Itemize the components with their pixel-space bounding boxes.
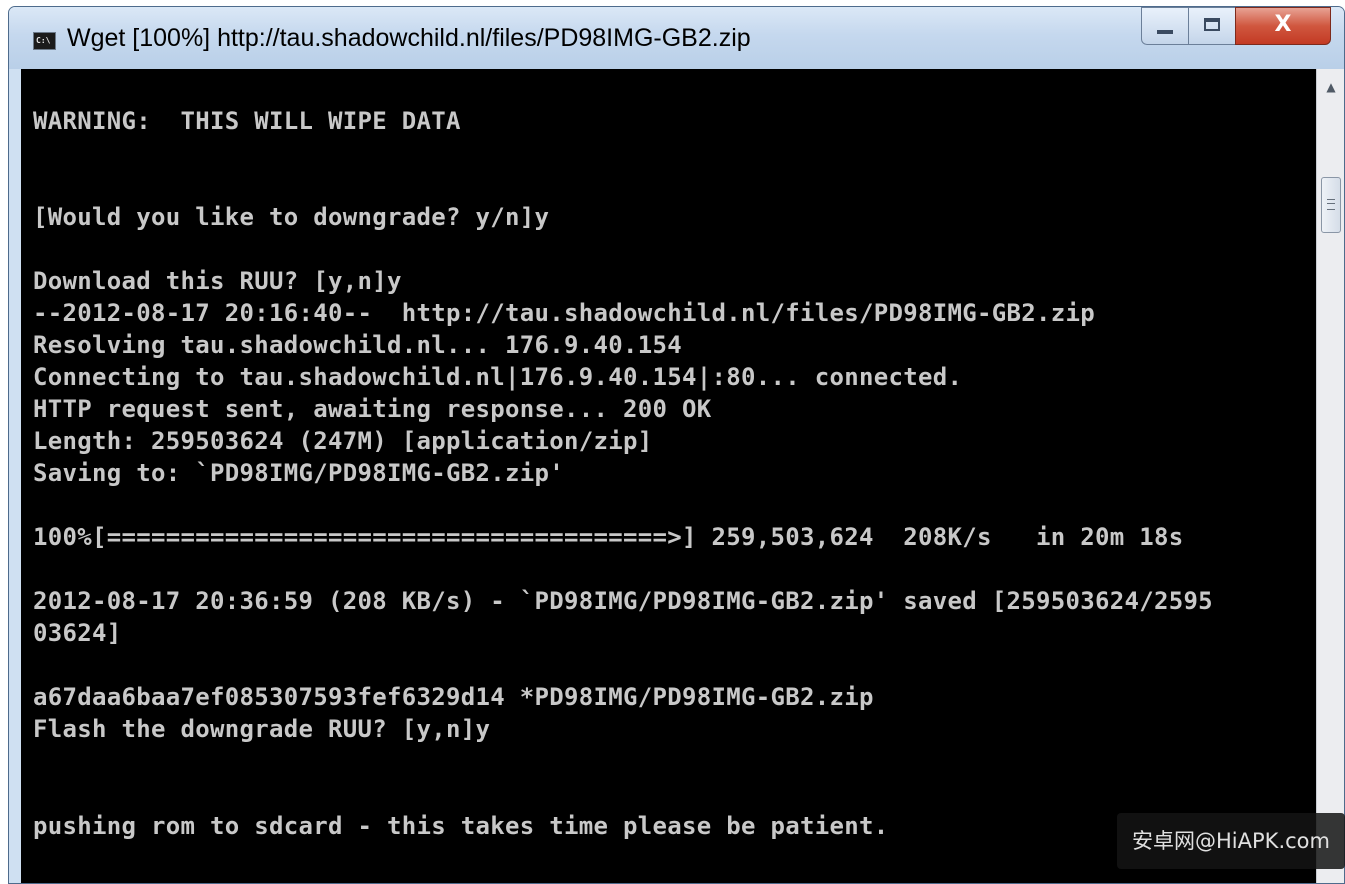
progress-line: 100%[===================================… <box>33 523 1184 551</box>
close-icon: X <box>1274 12 1292 37</box>
console-line: Connecting to tau.shadowchild.nl|176.9.4… <box>33 363 963 391</box>
console-line: Saving to: `PD98IMG/PD98IMG-GB2.zip' <box>33 459 564 487</box>
maximize-icon <box>1204 18 1220 31</box>
console-line: HTTP request sent, awaiting response... … <box>33 395 712 423</box>
vertical-scrollbar[interactable]: ▲ <box>1316 69 1344 883</box>
console-line: a67daa6baa7ef085307593fef6329d14 *PD98IM… <box>33 683 874 711</box>
maximize-button[interactable] <box>1188 7 1236 45</box>
console-line: Download this RUU? [y,n]y <box>33 267 402 295</box>
scroll-thumb[interactable] <box>1321 177 1341 233</box>
console-output[interactable]: WARNING: THIS WILL WIPE DATA [Would you … <box>21 69 1316 883</box>
console-line: Flash the downgrade RUU? [y,n]y <box>33 715 491 743</box>
console-window: Wget [100%] http://tau.shadowchild.nl/fi… <box>8 6 1345 884</box>
console-line: Resolving tau.shadowchild.nl... 176.9.40… <box>33 331 682 359</box>
console-line: --2012-08-17 20:16:40-- http://tau.shado… <box>33 299 1095 327</box>
console-line: 2012-08-17 20:36:59 (208 KB/s) - `PD98IM… <box>33 587 1213 615</box>
console-line: [Would you like to downgrade? y/n]y <box>33 203 550 231</box>
scroll-up-arrow-icon[interactable]: ▲ <box>1317 69 1344 105</box>
console-line: WARNING: THIS WILL WIPE DATA <box>33 107 461 135</box>
minimize-button[interactable] <box>1141 7 1189 45</box>
console-line: 03624] <box>33 619 122 647</box>
window-title: Wget [100%] http://tau.shadowchild.nl/fi… <box>67 24 751 52</box>
title-bar[interactable]: Wget [100%] http://tau.shadowchild.nl/fi… <box>9 7 1344 69</box>
minimize-icon <box>1157 30 1173 34</box>
console-line: pushing rom to sdcard - this takes time … <box>33 812 889 840</box>
console-line: Length: 259503624 (247M) [application/zi… <box>33 427 653 455</box>
console-icon[interactable] <box>33 32 56 50</box>
close-button[interactable]: X <box>1235 7 1331 45</box>
watermark: 安卓网@HiAPK.com <box>1117 813 1345 869</box>
